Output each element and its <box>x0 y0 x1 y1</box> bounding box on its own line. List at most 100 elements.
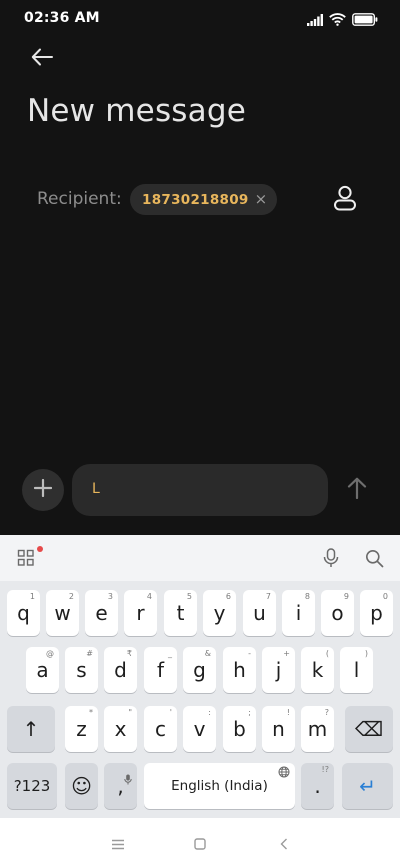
emoji-key[interactable]: ☺ <box>65 763 98 809</box>
key-hint: ; <box>248 708 251 717</box>
key-hint: 3 <box>107 592 113 601</box>
key-label: x <box>114 717 127 741</box>
key-label: n <box>272 717 285 741</box>
key-hint: 0 <box>382 592 388 601</box>
key-i[interactable]: i8 <box>282 590 315 636</box>
key-o[interactable]: o9 <box>321 590 354 636</box>
key-hint: ) <box>364 649 368 658</box>
notification-dot <box>37 546 43 552</box>
key-t[interactable]: t5 <box>164 590 197 636</box>
key-hint: & <box>204 649 211 658</box>
key-hint: ' <box>169 708 172 717</box>
key-label: o <box>331 601 344 625</box>
key-b[interactable]: b; <box>223 706 256 752</box>
key-hint: # <box>86 649 93 658</box>
key-label: a <box>36 658 49 682</box>
attach-button[interactable] <box>22 469 64 511</box>
key-label: u <box>253 601 266 625</box>
key-label: r <box>136 601 145 625</box>
key-label: . <box>314 774 321 798</box>
key-label: b <box>233 717 246 741</box>
key-k[interactable]: k( <box>301 647 334 693</box>
signal-icon <box>307 11 323 30</box>
key-c[interactable]: c ' <box>144 706 177 752</box>
globe-icon <box>278 766 290 782</box>
remove-recipient-icon[interactable]: × <box>255 192 268 207</box>
key-label: q <box>17 601 30 625</box>
space-key[interactable]: English (India) <box>144 763 295 809</box>
key-n[interactable]: n! <box>262 706 295 752</box>
key-hint: - <box>248 649 251 658</box>
key-label: z <box>76 717 87 741</box>
search-icon[interactable] <box>362 546 386 570</box>
key-m[interactable]: m? <box>301 706 334 752</box>
key-label: j <box>275 658 282 682</box>
backspace-icon: ⌫ <box>354 717 384 741</box>
key-label: m <box>307 717 328 741</box>
enter-icon: ↵ <box>359 774 376 798</box>
key-label: l <box>353 658 360 682</box>
key-d[interactable]: d ₹ <box>104 647 137 693</box>
key-w[interactable]: w2 <box>46 590 79 636</box>
key-z[interactable]: z * <box>65 706 98 752</box>
recipient-chip-number: 18730218809 <box>142 191 249 208</box>
key-q[interactable]: q1 <box>7 590 40 636</box>
send-button[interactable] <box>342 475 372 505</box>
page-title: New message <box>27 93 246 129</box>
grid-icon[interactable] <box>14 546 38 570</box>
period-key[interactable]: .!? <box>301 763 334 809</box>
key-hint: !? <box>321 765 329 774</box>
status-time: 02:36 AM <box>24 10 100 26</box>
message-input-text: L <box>92 481 100 497</box>
key-hint: 2 <box>68 592 74 601</box>
send-arrow-icon <box>347 477 367 503</box>
key-a[interactable]: a @ <box>26 647 59 693</box>
shift-key[interactable]: ↑ <box>7 706 55 752</box>
key-label: d <box>114 658 127 682</box>
key-label: t <box>176 601 185 625</box>
back-chevron-icon[interactable] <box>272 832 296 856</box>
key-g[interactable]: g & <box>183 647 216 693</box>
message-input[interactable]: L <box>72 464 328 516</box>
status-bar: 02:36 AM <box>0 0 400 36</box>
menu-icon[interactable] <box>106 832 130 856</box>
key-label: c <box>155 717 166 741</box>
key-hint: 9 <box>343 592 349 601</box>
key-label: g <box>193 658 206 682</box>
battery-icon <box>352 11 378 30</box>
back-button[interactable] <box>28 47 56 71</box>
home-square-icon[interactable] <box>188 832 212 856</box>
key-hint: * <box>89 708 93 717</box>
backspace-key[interactable]: ⌫ <box>345 706 393 752</box>
key-e[interactable]: e3 <box>85 590 118 636</box>
shift-icon: ↑ <box>22 717 40 741</box>
key-label: v <box>193 717 206 741</box>
mic-icon[interactable] <box>319 546 343 570</box>
recipient-chip[interactable]: 18730218809 × <box>130 184 278 215</box>
navigation-bar <box>0 818 400 866</box>
key-u[interactable]: u7 <box>243 590 276 636</box>
key-r[interactable]: r4 <box>124 590 157 636</box>
comma-key[interactable]: , <box>104 763 137 809</box>
key-hint: " <box>128 708 132 717</box>
symbols-key[interactable]: ?123 <box>7 763 57 809</box>
key-x[interactable]: x " <box>104 706 137 752</box>
key-y[interactable]: y6 <box>203 590 236 636</box>
enter-key[interactable]: ↵ <box>342 763 393 809</box>
key-f[interactable]: f _ <box>144 647 177 693</box>
contact-picker-button[interactable] <box>330 185 360 215</box>
back-arrow-icon <box>31 48 53 70</box>
key-l[interactable]: l) <box>340 647 373 693</box>
key-s[interactable]: s # <box>65 647 98 693</box>
key-j[interactable]: j + <box>262 647 295 693</box>
key-label: p <box>370 601 383 625</box>
key-h[interactable]: h- <box>223 647 256 693</box>
key-p[interactable]: p0 <box>360 590 393 636</box>
keyboard: q1 w2 e3 r4 t5 y6 u7 i8 o9 p0 a @ s # d ₹ f… <box>0 535 400 818</box>
key-v[interactable]: v: <box>183 706 216 752</box>
key-label: e <box>95 601 108 625</box>
key-label: s <box>76 658 87 682</box>
key-label: i <box>295 601 302 625</box>
key-hint: 7 <box>265 592 271 601</box>
status-icons <box>307 11 378 30</box>
